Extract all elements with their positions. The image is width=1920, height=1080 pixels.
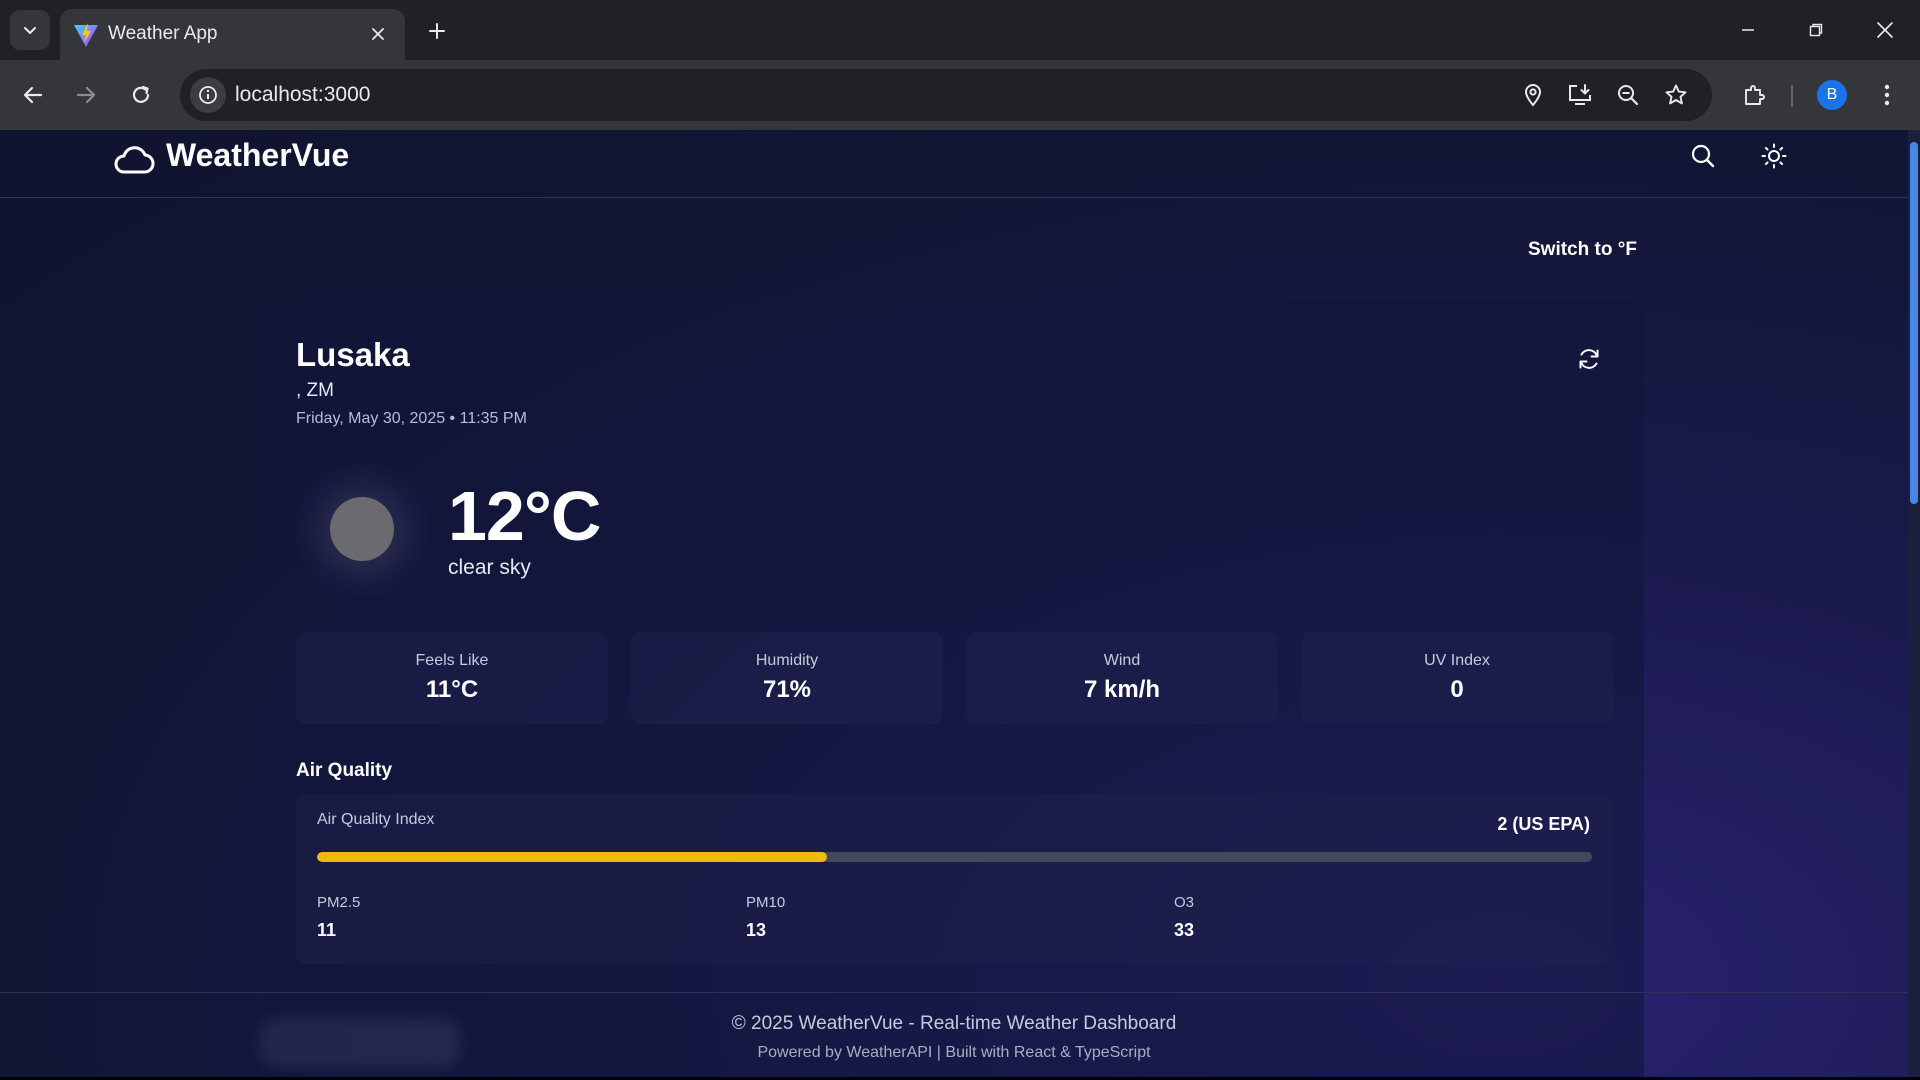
air-quality-heading: Air Quality [296, 760, 393, 781]
current-temperature: 12°C [448, 477, 601, 555]
pollutant-pm25: PM2.5 11 [317, 894, 360, 941]
clear-night-icon [330, 497, 394, 561]
restore-icon [1808, 22, 1824, 38]
pollutant-label: O3 [1174, 894, 1195, 911]
local-datetime: Friday, May 30, 2025 • 11:35 PM [296, 410, 527, 427]
search-button[interactable] [1683, 136, 1723, 176]
toolbar-divider [1791, 85, 1793, 107]
search-icon [1690, 143, 1716, 169]
browser-tab-strip: Weather App [0, 0, 1920, 60]
star-icon[interactable] [1662, 81, 1690, 109]
city-name: Lusaka [296, 336, 410, 373]
refresh-button[interactable] [1572, 342, 1606, 376]
url-text[interactable]: localhost:3000 [235, 83, 370, 107]
restore-button[interactable] [1791, 10, 1841, 50]
forward-button[interactable] [68, 77, 104, 113]
aqi-value: 2 (US EPA) [1497, 814, 1590, 834]
unit-toggle-button[interactable]: Switch to °F [1510, 230, 1655, 270]
new-tab-button[interactable] [420, 14, 454, 48]
aqi-bar-fill [317, 852, 827, 862]
reload-icon [130, 84, 152, 106]
browser-tab[interactable]: Weather App [60, 9, 405, 60]
country-code: , ZM [296, 380, 334, 401]
close-window-button[interactable] [1860, 10, 1910, 50]
stat-label: Wind [1103, 652, 1141, 669]
pollutant-label: PM10 [746, 894, 786, 911]
aqi-label: Air Quality Index [317, 811, 435, 828]
plus-icon [428, 22, 446, 40]
pollutant-label: PM2.5 [317, 894, 361, 911]
extensions-button[interactable] [1736, 77, 1772, 113]
pollutant-value: 13 [746, 920, 767, 940]
refresh-icon [1576, 346, 1602, 372]
stat-label: UV Index [1424, 652, 1490, 669]
stat-wind: Wind 7 km/h [966, 632, 1278, 724]
close-icon[interactable] [365, 21, 391, 47]
zoom-out-icon[interactable] [1614, 81, 1642, 109]
pollutant-value: 11 [317, 920, 337, 940]
stat-value: 71% [762, 676, 812, 703]
more-vertical-icon [1884, 84, 1890, 106]
vite-logo-icon [72, 21, 100, 49]
minimize-button[interactable] [1723, 10, 1773, 50]
air-quality-card: Air Quality Index 2 (US EPA) PM2.5 11 PM… [296, 794, 1612, 964]
tab-title: Weather App [108, 23, 218, 44]
aqi-bar [317, 852, 1592, 862]
pollutant-value: 33 [1174, 920, 1195, 940]
arrow-right-icon [75, 84, 97, 106]
blurred-overlay [260, 1018, 460, 1068]
scrollbar-thumb[interactable] [1910, 142, 1918, 504]
sun-icon [1761, 143, 1787, 169]
cloud-icon [113, 140, 155, 182]
theme-toggle-button[interactable] [1754, 136, 1794, 176]
pollutant-pm10: PM10 13 [746, 894, 785, 941]
arrow-left-icon [22, 84, 44, 106]
stat-value: 0 [1450, 676, 1464, 703]
address-bar[interactable]: localhost:3000 [180, 69, 1712, 121]
page-scrollbar[interactable] [1908, 130, 1920, 1077]
stat-uv-index: UV Index 0 [1301, 632, 1613, 724]
stat-label: Humidity [755, 652, 819, 669]
tab-search-button[interactable] [10, 10, 50, 50]
profile-avatar[interactable]: B [1817, 80, 1847, 110]
puzzle-icon [1742, 83, 1766, 107]
browser-toolbar: localhost:3000 B [0, 60, 1920, 130]
chevron-down-icon [22, 22, 38, 38]
location-pin-icon[interactable] [1519, 81, 1547, 109]
close-icon [1876, 21, 1894, 39]
page-viewport: WeatherVue Switch to °F Lusaka , ZM Frid… [0, 130, 1920, 1077]
stat-label: Feels Like [415, 652, 489, 669]
site-info-button[interactable] [190, 77, 226, 113]
info-icon [198, 85, 218, 105]
app-logo-text[interactable]: WeatherVue [166, 137, 349, 174]
reload-button[interactable] [123, 77, 159, 113]
stat-value: 7 km/h [1083, 676, 1161, 703]
back-button[interactable] [15, 77, 51, 113]
pollutant-o3: O3 33 [1174, 894, 1194, 941]
minimize-icon [1740, 22, 1756, 38]
stat-value: 11°C [425, 676, 479, 703]
browser-menu-button[interactable] [1869, 77, 1905, 113]
stat-feels-like: Feels Like 11°C [296, 632, 608, 724]
weather-condition: clear sky [448, 556, 531, 579]
stat-humidity: Humidity 71% [631, 632, 943, 724]
app-header: WeatherVue [0, 130, 1908, 198]
install-app-icon[interactable] [1566, 81, 1594, 109]
